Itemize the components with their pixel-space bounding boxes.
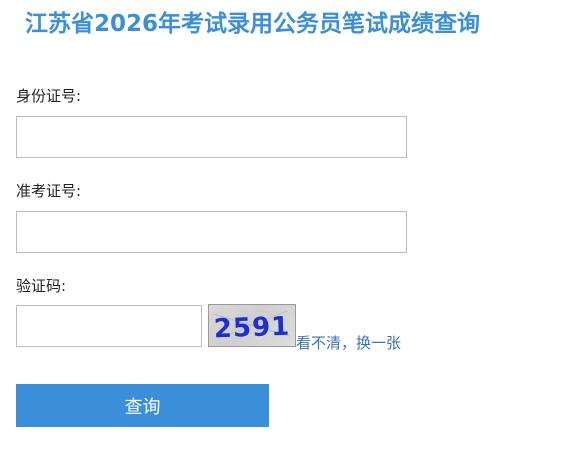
id-number-input[interactable] [16,116,407,158]
captcha-label: 验证码: [16,277,67,295]
id-number-label: 身份证号: [16,87,82,105]
captcha-image[interactable]: 2591 [208,304,296,347]
exam-number-input[interactable] [16,211,407,253]
captcha-code-text: 2591 [213,312,290,345]
exam-number-label: 准考证号: [16,182,82,200]
refresh-captcha-link[interactable]: 看不清，换一张 [296,333,401,353]
page-title: 江苏省2026年考试录用公务员笔试成绩查询 [25,11,481,37]
captcha-image-graphic: 2591 [212,310,291,345]
query-button[interactable]: 查询 [16,384,269,427]
score-query-page: 江苏省2026年考试录用公务员笔试成绩查询 身份证号: 准考证号: 验证码: 2… [0,0,561,464]
captcha-input[interactable] [16,305,202,347]
